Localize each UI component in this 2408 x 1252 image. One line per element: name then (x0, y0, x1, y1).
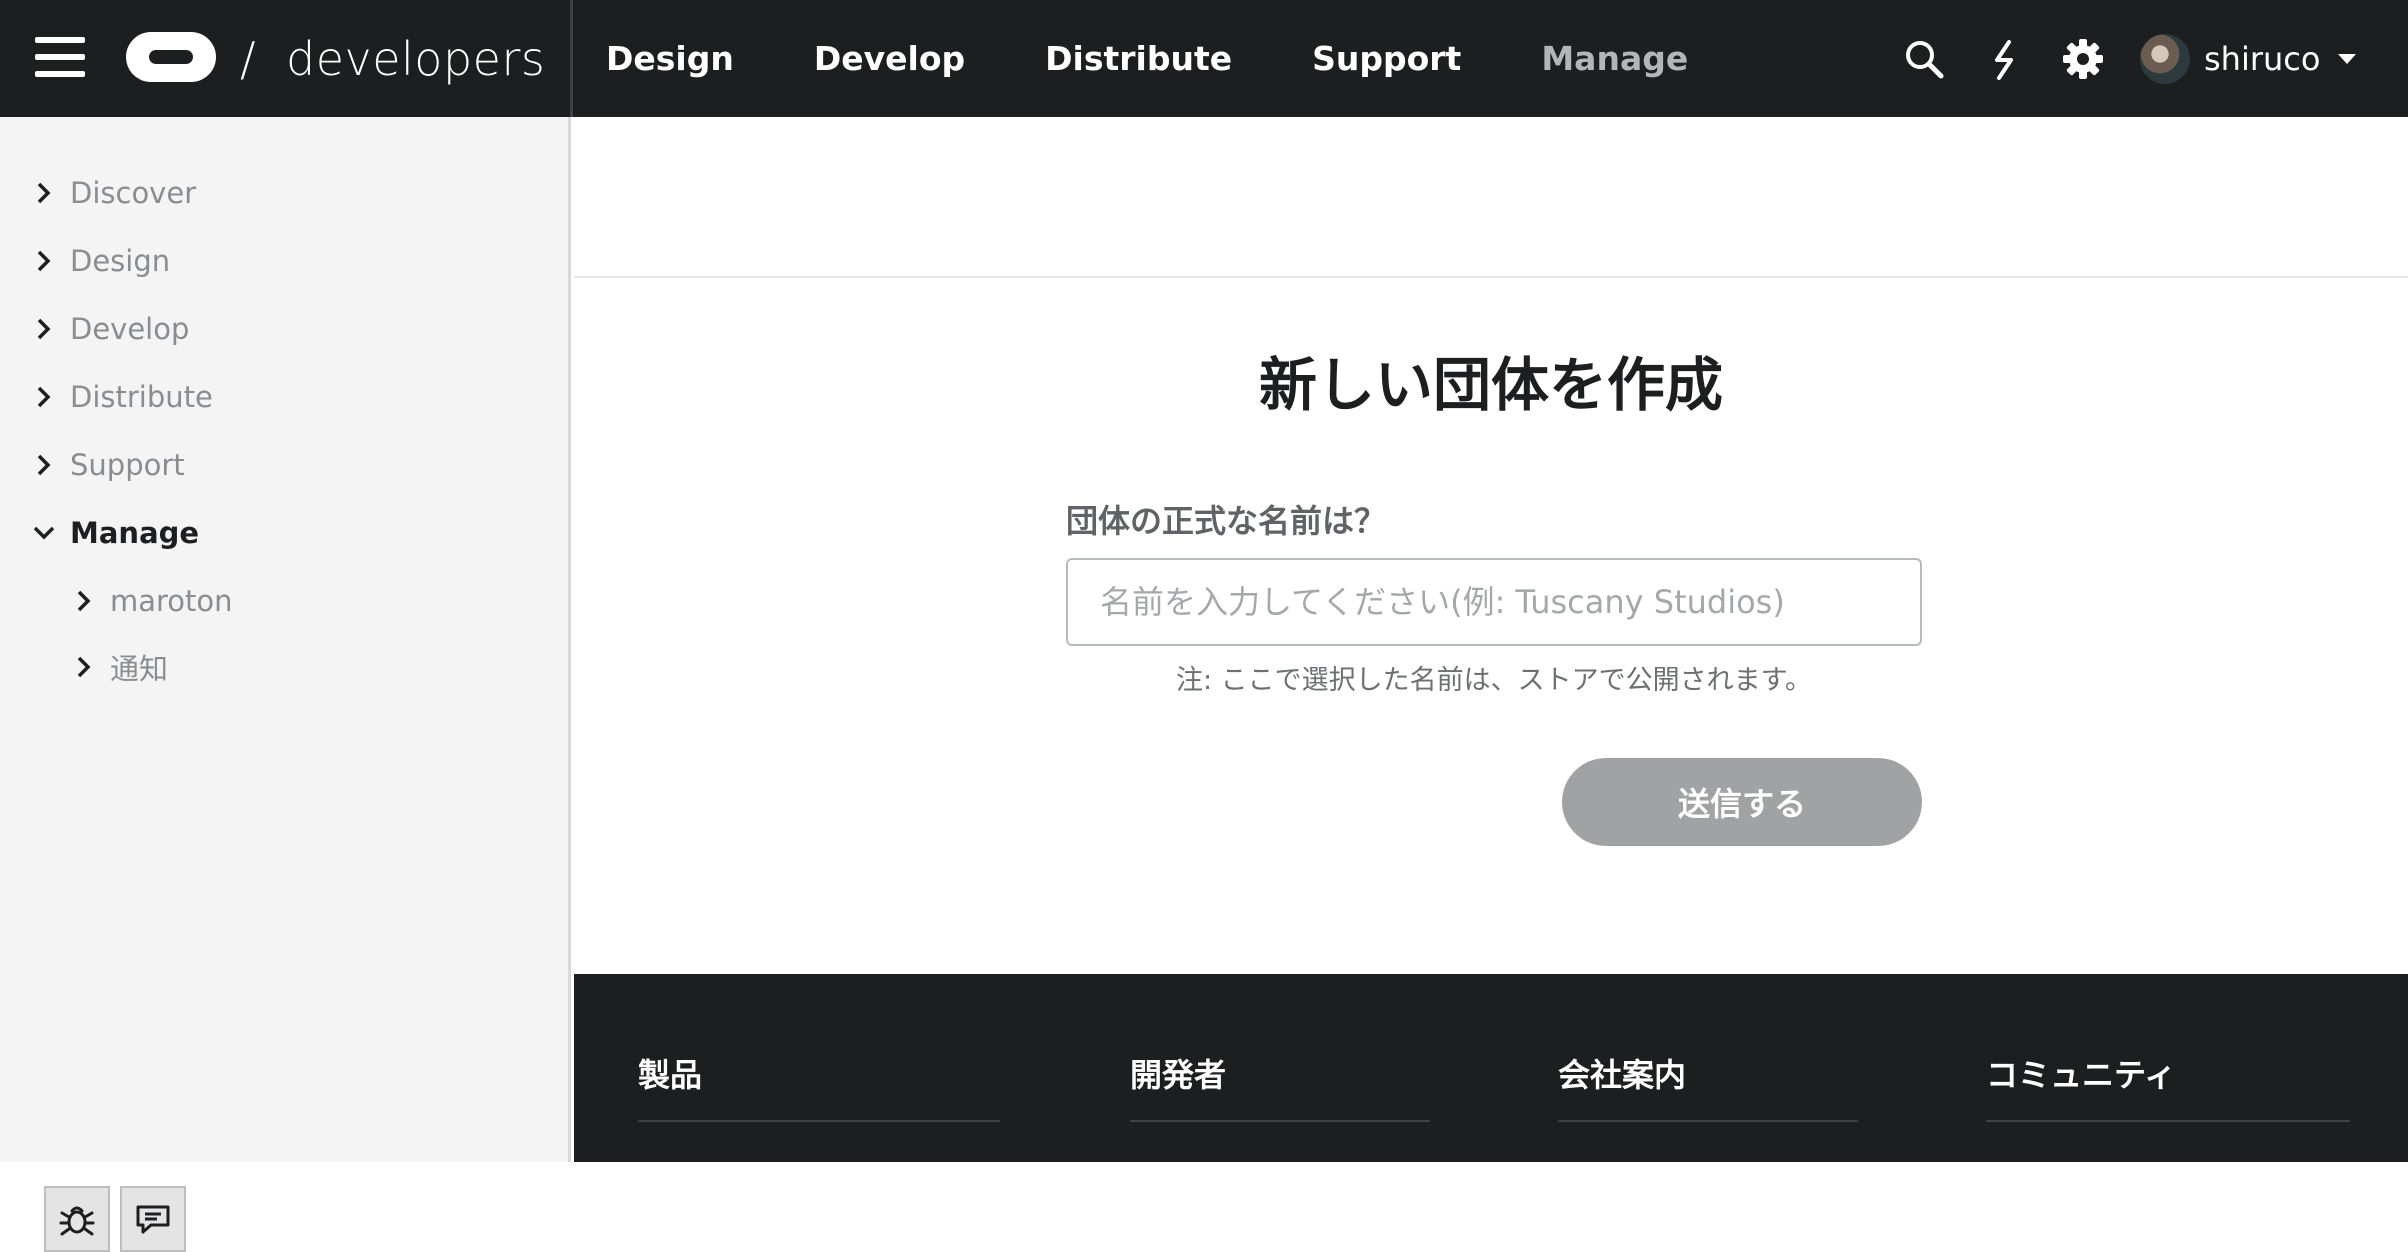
chevron-right-icon (77, 590, 91, 612)
sidebar-item-develop[interactable]: Develop (30, 309, 189, 349)
footer: 製品 開発者 会社案内 コミュニティ (574, 974, 2408, 1162)
nav-develop[interactable]: Develop (814, 39, 965, 78)
footer-column-products: 製品 (638, 1050, 1000, 1122)
brand-slash: / (240, 32, 256, 86)
nav-support[interactable]: Support (1312, 39, 1461, 78)
footer-heading: コミュニティ (1986, 1056, 2177, 1094)
sidebar-item-label: Design (70, 244, 171, 278)
user-menu[interactable]: shiruco (2140, 32, 2357, 86)
footer-column-company: 会社案内 (1558, 1050, 1858, 1122)
sidebar-subitem-maroton[interactable]: maroton (70, 581, 233, 621)
sidebar-item-manage[interactable]: Manage (30, 513, 199, 553)
chevron-right-icon (37, 386, 51, 408)
chevron-right-icon (37, 318, 51, 340)
content-divider (574, 276, 2408, 278)
chevron-right-icon (37, 250, 51, 272)
sidebar-item-design[interactable]: Design (30, 241, 170, 281)
avatar (2140, 34, 2190, 84)
sidebar-item-support[interactable]: Support (30, 445, 185, 485)
feedback-button[interactable] (120, 1186, 186, 1252)
page-title: 新しい団体を作成 (1258, 351, 1723, 419)
chevron-right-icon (37, 182, 51, 204)
sidebar-item-label: maroton (110, 584, 233, 618)
submit-button[interactable]: 送信する (1562, 758, 1922, 846)
brand-text: developers (286, 32, 546, 86)
sidebar: Discover Design Develop Distribute Suppo… (0, 117, 571, 1252)
nav-manage[interactable]: Manage (1541, 39, 1688, 78)
bolt-icon[interactable] (1983, 38, 2025, 80)
org-name-note: 注: ここで選択した名前は、ストアで公開されます。 (1176, 665, 1812, 696)
org-name-input[interactable] (1066, 558, 1922, 646)
footer-column-community: コミュニティ (1986, 1050, 2350, 1122)
bug-icon (59, 1206, 95, 1236)
sidebar-item-distribute[interactable]: Distribute (30, 377, 213, 417)
nav-distribute[interactable]: Distribute (1045, 39, 1232, 78)
footer-rule (638, 1120, 1000, 1122)
sidebar-item-label: Discover (70, 176, 197, 210)
menu-icon[interactable] (35, 37, 85, 77)
chevron-down-icon (33, 526, 55, 540)
feedback-icon (136, 1205, 170, 1234)
footer-rule (1130, 1120, 1430, 1122)
footer-heading: 会社案内 (1558, 1056, 1687, 1094)
search-icon[interactable] (1903, 38, 1945, 80)
nav-divider (570, 0, 573, 117)
sidebar-item-label: 通知 (110, 652, 169, 686)
footer-heading: 開発者 (1130, 1056, 1227, 1094)
footer-column-developers: 開発者 (1130, 1050, 1430, 1122)
report-bug-button[interactable] (44, 1186, 110, 1252)
gear-icon[interactable] (2062, 38, 2104, 80)
nav-design[interactable]: Design (606, 39, 734, 78)
sidebar-item-label: Support (70, 448, 185, 482)
sidebar-item-discover[interactable]: Discover (30, 173, 196, 213)
brand[interactable]: / developers (240, 24, 545, 94)
sidebar-item-label: Manage (70, 516, 200, 550)
caret-down-icon (2338, 54, 2357, 64)
main-nav: Design Develop Distribute Support Manage (606, 0, 1768, 117)
sidebar-item-label: Develop (70, 312, 190, 346)
chevron-right-icon (77, 656, 91, 678)
footer-rule (1986, 1120, 2350, 1122)
chevron-right-icon (37, 454, 51, 476)
sidebar-subitem-notifications[interactable]: 通知 (70, 647, 168, 687)
sidebar-item-label: Distribute (70, 380, 213, 414)
org-name-label: 団体の正式な名前は？ (1066, 502, 1387, 540)
footer-rule (1558, 1120, 1858, 1122)
oculus-logo[interactable] (122, 28, 220, 86)
footer-heading: 製品 (638, 1056, 703, 1094)
username: shiruco (2204, 40, 2321, 78)
top-nav-bar: / developers Design Develop Distribute S… (0, 0, 2408, 117)
